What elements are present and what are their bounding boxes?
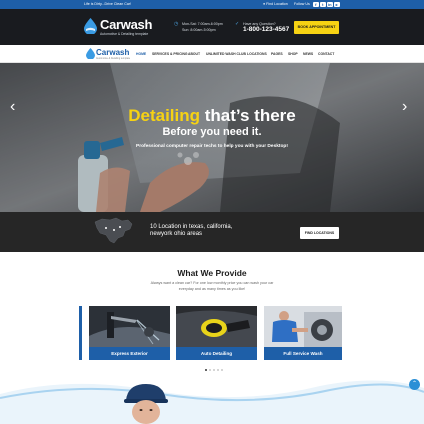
service-card-auto-detailing[interactable]: Auto Detailing bbox=[176, 306, 257, 360]
header-brand-tagline: Automotive & Detailing template bbox=[100, 32, 149, 36]
twitter-icon[interactable]: t bbox=[320, 1, 326, 7]
locations-line-1: 10 Location in texas, california, bbox=[150, 224, 233, 230]
carousel-dot-5[interactable] bbox=[221, 369, 223, 371]
section-description-line-1: Always want a clean car? For one low mon… bbox=[150, 281, 274, 285]
service-card-express-exterior[interactable]: Express Exterior bbox=[89, 306, 170, 360]
hero-title-highlight: Detailing bbox=[128, 106, 201, 125]
book-appointment-button[interactable]: BOOK APPOINTMENT bbox=[294, 21, 339, 34]
wave-decoration bbox=[0, 380, 424, 424]
linkedin-icon[interactable]: in bbox=[327, 1, 333, 7]
auto-detailing-image bbox=[176, 306, 257, 347]
nav-logo-icon[interactable] bbox=[86, 48, 95, 59]
hero-description: Professional computer repair techs to he… bbox=[136, 144, 288, 149]
hero-title: Detailing that’s there bbox=[0, 106, 424, 126]
find-location-label: Find Location bbox=[266, 2, 288, 6]
carousel-dot-2[interactable] bbox=[209, 369, 211, 371]
phone-number[interactable]: 1-800-123-4567 bbox=[243, 26, 289, 33]
top-tagline: Life is Dirty...Drive Clean Car! bbox=[84, 2, 132, 6]
header-brand-name[interactable]: Carwash bbox=[100, 17, 152, 32]
auto-detailing-label: Auto Detailing bbox=[176, 347, 257, 360]
express-exterior-label: Express Exterior bbox=[89, 347, 170, 360]
hours-line-1: Mon-Sat: 7:00am-6:00pm bbox=[182, 22, 223, 26]
scroll-to-top-button[interactable]: ⌃ bbox=[409, 379, 420, 390]
youtube-icon[interactable]: ▸ bbox=[334, 1, 340, 7]
section-description-line-2: everyday and as many times as you like! bbox=[178, 286, 246, 291]
nav-services-pricing[interactable]: SERVICES & PRICING bbox=[152, 52, 188, 56]
hero-title-rest: that’s there bbox=[204, 106, 296, 125]
facebook-icon[interactable]: f bbox=[313, 1, 319, 7]
nav-pages[interactable]: PAGES bbox=[271, 52, 283, 56]
section-description: Always want a clean car? For one low mon… bbox=[132, 281, 292, 292]
top-bar: Life is Dirty...Drive Clean Car! ● Find … bbox=[0, 0, 424, 9]
worker-photo bbox=[124, 384, 168, 424]
section-title: What We Provide bbox=[177, 268, 247, 278]
nav-unlimited-wash-club[interactable]: UNLIMITED WASH CLUB bbox=[206, 52, 246, 56]
main-nav: Carwash Automotive & Detailing template … bbox=[0, 45, 424, 63]
header bbox=[0, 9, 424, 45]
carousel-dot-3[interactable] bbox=[213, 369, 215, 371]
nav-locations[interactable]: LOCATIONS bbox=[247, 52, 267, 56]
nav-home[interactable]: HOME bbox=[136, 52, 146, 56]
follow-us-label: Follow Us bbox=[294, 2, 310, 6]
water-drop-logo-icon[interactable] bbox=[84, 18, 97, 34]
service-card-full-service-wash[interactable]: Full Service Wash bbox=[264, 306, 342, 360]
north-america-map-icon bbox=[94, 217, 133, 244]
nav-shop[interactable]: SHOP bbox=[288, 52, 298, 56]
find-location-link[interactable]: ● Find Location bbox=[263, 2, 288, 6]
carousel-dot-4[interactable] bbox=[217, 369, 219, 371]
full-service-wash-label: Full Service Wash bbox=[264, 347, 342, 360]
carousel-dot-1[interactable] bbox=[205, 369, 207, 371]
nav-brand-tagline: Automotive & Detailing template bbox=[96, 57, 131, 60]
locations-line-2: newyork ohio areas bbox=[150, 231, 203, 237]
express-exterior-image bbox=[89, 306, 170, 347]
full-service-wash-image bbox=[264, 306, 342, 347]
nav-about[interactable]: ABOUT bbox=[188, 52, 200, 56]
find-locations-button[interactable]: FIND LOCATIONS bbox=[300, 227, 339, 239]
clock-icon: ◷ bbox=[174, 21, 179, 27]
hours-line-2: Sun: 8:00am-5:00pm bbox=[182, 28, 216, 32]
nav-contact[interactable]: CONTACT bbox=[318, 52, 334, 56]
page: Life is Dirty...Drive Clean Car! ● Find … bbox=[0, 0, 424, 424]
nav-brand-name[interactable]: Carwash bbox=[96, 48, 129, 57]
nav-news[interactable]: NEWS bbox=[303, 52, 313, 56]
phone-icon: ✓ bbox=[235, 21, 240, 27]
hero-subtitle: Before you need it. bbox=[162, 126, 262, 138]
locations-text: 10 Location in texas, california, newyor… bbox=[150, 224, 232, 238]
service-card-partial[interactable] bbox=[79, 306, 82, 360]
